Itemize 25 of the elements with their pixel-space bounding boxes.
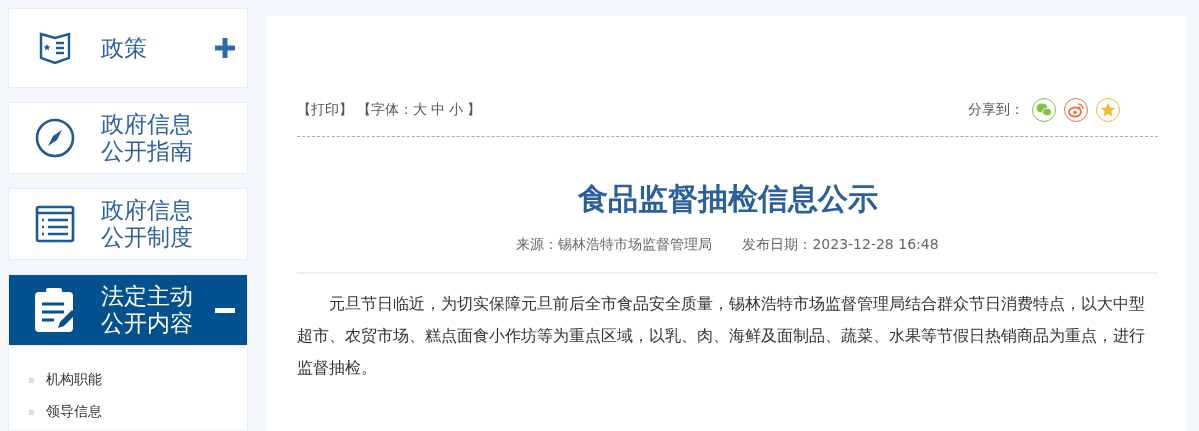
plus-icon	[215, 38, 235, 58]
sidebar-item[interactable]: 政策	[8, 8, 248, 88]
bracket-text: 】	[467, 101, 481, 119]
font-size-label: 【字体：	[357, 101, 413, 119]
bullet-icon	[29, 409, 34, 415]
article-title: 食品监督抽检信息公示	[576, 180, 879, 218]
book-icon	[38, 31, 72, 65]
submenu-item[interactable]: 机构职能	[46, 371, 102, 389]
print-link[interactable]: 【打印】	[297, 101, 353, 119]
font-size-link[interactable]: 中	[431, 101, 445, 119]
clipboard-icon	[34, 288, 76, 332]
sidebar-item[interactable]: 法定主动公开内容	[8, 274, 248, 346]
compass-icon	[35, 118, 75, 158]
minus-icon	[215, 307, 235, 313]
submenu-item[interactable]: 领导信息	[46, 403, 102, 421]
bullet-icon	[29, 377, 34, 383]
sidebar-item[interactable]: 政府信息公开指南	[8, 102, 248, 174]
article-paragraph: 元旦节日临近，为切实保障元旦前后全市食品安全质量，锡林浩特市场监督管理局结合群众节日消费特点，以大中型超市、农贸市场、糕点面食小作坊等为重点区域，以乳、肉、海鲜及面制品、蔬菜、水果等节假日热销商品为重点，进行监督抽检。	[297, 293, 1146, 379]
font-size-link[interactable]: 大	[413, 101, 427, 119]
publish-date: 发布日期：2023-12-28 16:48	[742, 236, 939, 254]
source-text: 来源：锡林浩特市场监督管理局	[516, 236, 713, 254]
sidebar-item[interactable]: 政府信息公开制度	[8, 188, 248, 260]
font-size-link[interactable]: 小	[449, 101, 463, 119]
list-icon	[35, 204, 75, 244]
share-label: 分享到：	[968, 101, 1024, 119]
